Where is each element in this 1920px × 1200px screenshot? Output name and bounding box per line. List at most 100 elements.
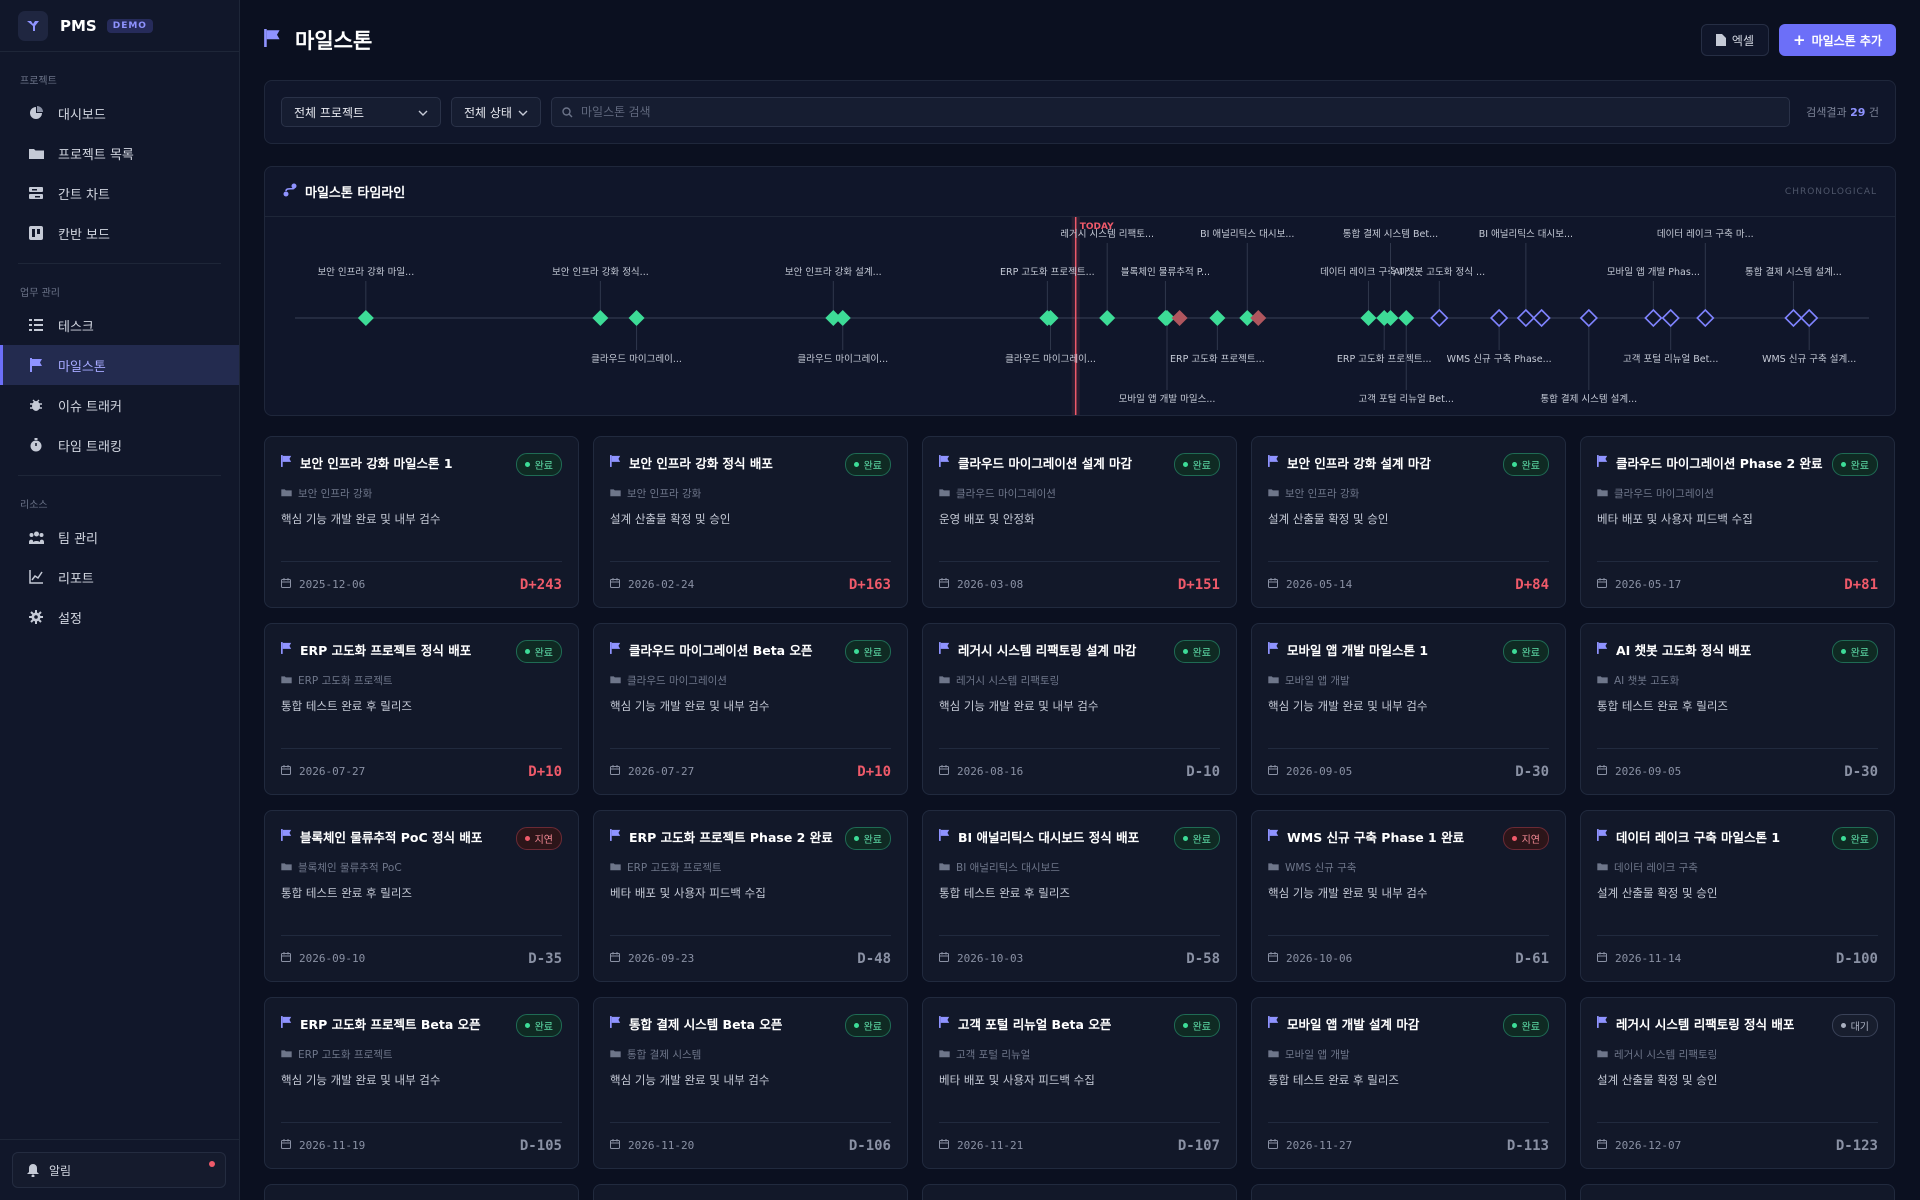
milestone-marker-late[interactable]: [1250, 310, 1267, 326]
milestone-title: ERP 고도화 프로젝트 Beta 오픈: [281, 1014, 481, 1033]
folder-icon: [1268, 1049, 1279, 1061]
milestone-card[interactable]: [593, 1184, 908, 1200]
milestone-card[interactable]: [1251, 1184, 1566, 1200]
calendar-icon: [939, 578, 949, 591]
milestone-marker-done[interactable]: [1099, 310, 1116, 326]
milestone-footer: 2026-11-20 D-106: [610, 1122, 891, 1168]
flag-icon: [1597, 829, 1608, 844]
milestone-marker-pending[interactable]: [1516, 308, 1535, 328]
milestone-marker-late[interactable]: [1171, 310, 1188, 326]
milestone-marker-pending[interactable]: [1579, 308, 1598, 328]
sidebar-item-dashboard[interactable]: 대시보드: [0, 93, 239, 133]
marker-label: ERP 고도화 프로젝트...: [1000, 267, 1095, 278]
milestone-card[interactable]: [1580, 1184, 1895, 1200]
sidebar-item-reports[interactable]: 리포트: [0, 557, 239, 597]
milestone-card[interactable]: 모바일 앱 개발 설계 마감 완료 모바일 앱 개발 통합 테스트 완료 후 릴…: [1251, 997, 1566, 1169]
milestone-title-text: 통합 결제 시스템 Beta 오픈: [629, 1017, 783, 1032]
milestone-card[interactable]: 클라우드 마이그레이션 Beta 오픈 완료 클라우드 마이그레이션 핵심 기능…: [593, 623, 908, 795]
milestone-card[interactable]: 보안 인프라 강화 정식 배포 완료 보안 인프라 강화 설계 산출물 확정 및…: [593, 436, 908, 608]
milestone-marker-done[interactable]: [592, 310, 609, 326]
flag-icon: [610, 455, 621, 470]
folder-icon: [28, 145, 44, 161]
milestone-date-text: 2026-11-27: [1286, 1139, 1353, 1152]
marker-label: 클라우드 마이그레이...: [797, 354, 888, 365]
brand[interactable]: PMS DEMO: [0, 0, 239, 52]
status-filter-select[interactable]: 전체 상태: [451, 97, 541, 127]
milestone-card[interactable]: 모바일 앱 개발 마일스톤 1 완료 모바일 앱 개발 핵심 기능 개발 완료 …: [1251, 623, 1566, 795]
milestone-marker-done[interactable]: [1398, 310, 1415, 326]
milestone-card[interactable]: 데이터 레이크 구축 마일스톤 1 완료 데이터 레이크 구축 설계 산출물 확…: [1580, 810, 1895, 982]
milestone-card[interactable]: 블록체인 물류추적 PoC 정식 배포 지연 블록체인 물류추적 PoC 통합 …: [264, 810, 579, 982]
milestone-card[interactable]: 클라우드 마이그레이션 Phase 2 완료 완료 클라우드 마이그레이션 베타…: [1580, 436, 1895, 608]
excel-export-button[interactable]: 엑셀: [1700, 24, 1769, 56]
milestone-marker-pending[interactable]: [1489, 308, 1509, 328]
milestone-card[interactable]: AI 챗봇 고도화 정식 배포 완료 AI 챗봇 고도화 통합 테스트 완료 후…: [1580, 623, 1895, 795]
milestone-marker-done[interactable]: [628, 310, 645, 326]
sidebar-item-milestones[interactable]: 마일스톤: [0, 345, 239, 385]
status-dot: [1182, 462, 1188, 467]
milestone-date: 2026-12-07: [1597, 1139, 1681, 1152]
milestone-card[interactable]: ERP 고도화 프로젝트 정식 배포 완료 ERP 고도화 프로젝트 통합 테스…: [264, 623, 579, 795]
sidebar-item-projects[interactable]: 프로젝트 목록: [0, 133, 239, 173]
calendar-icon: [1268, 952, 1278, 965]
marker-label: 통합 결제 시스템 Bet...: [1343, 228, 1438, 240]
milestone-marker-pending[interactable]: [1532, 308, 1551, 328]
milestone-card[interactable]: BI 애널리틱스 대시보드 정식 배포 완료 BI 애널리틱스 대시보드 통합 …: [922, 810, 1237, 982]
milestone-marker-done[interactable]: [834, 310, 851, 326]
sidebar-item-tasks[interactable]: 테스크: [0, 305, 239, 345]
milestone-marker-pending[interactable]: [1661, 308, 1680, 328]
folder-icon: [939, 862, 950, 874]
gantt-icon: [28, 185, 44, 201]
milestone-title: 보안 인프라 강화 정식 배포: [610, 453, 773, 472]
notifications-button[interactable]: 알림: [12, 1152, 226, 1188]
sidebar-item-kanban[interactable]: 칸반 보드: [0, 213, 239, 253]
milestone-card[interactable]: 보안 인프라 강화 설계 마감 완료 보안 인프라 강화 설계 산출물 확정 및…: [1251, 436, 1566, 608]
sidebar-item-team[interactable]: 팀 관리: [0, 517, 239, 557]
milestone-marker-pending[interactable]: [1784, 308, 1803, 328]
folder-icon: [939, 675, 950, 687]
flag-icon: [281, 1016, 292, 1031]
milestone-description: 설계 산출물 확정 및 승인: [610, 512, 731, 526]
milestone-marker-done[interactable]: [1209, 310, 1226, 326]
milestone-card[interactable]: 클라우드 마이그레이션 설계 마감 완료 클라우드 마이그레이션 운영 배포 및…: [922, 436, 1237, 608]
milestone-marker-done[interactable]: [1360, 310, 1377, 326]
sidebar-item-gantt[interactable]: 간트 차트: [0, 173, 239, 213]
status-dot: [1840, 462, 1846, 467]
milestone-card[interactable]: ERP 고도화 프로젝트 Beta 오픈 완료 ERP 고도화 프로젝트 핵심 …: [264, 997, 579, 1169]
milestone-card[interactable]: 통합 결제 시스템 Beta 오픈 완료 통합 결제 시스템 핵심 기능 개발 …: [593, 997, 908, 1169]
nav-section-resources: 리소스 팀 관리 리포트 설정: [0, 496, 239, 637]
milestone-card[interactable]: WMS 신규 구축 Phase 1 완료 지연 WMS 신규 구축 핵심 기능 …: [1251, 810, 1566, 982]
add-milestone-button[interactable]: + 마일스톤 추가: [1779, 24, 1896, 56]
milestone-card[interactable]: 고객 포털 리뉴얼 Beta 오픈 완료 고객 포털 리뉴얼 베타 배포 및 사…: [922, 997, 1237, 1169]
milestone-footer: 2026-05-14 D+84: [1268, 561, 1549, 607]
milestone-marker-pending[interactable]: [1430, 308, 1449, 328]
milestone-description: 통합 테스트 완료 후 릴리즈: [1268, 1073, 1400, 1087]
sidebar-item-issues[interactable]: 이슈 트래커: [0, 385, 239, 425]
milestone-marker-done[interactable]: [357, 310, 374, 326]
route-icon: [283, 183, 297, 201]
milestone-card[interactable]: [264, 1184, 579, 1200]
search-input[interactable]: [581, 105, 1686, 119]
milestone-project: 레거시 시스템 리팩토링: [1597, 1047, 1878, 1062]
milestone-project-text: 클라우드 마이그레이션: [627, 675, 727, 687]
milestone-card[interactable]: 레거시 시스템 리팩토링 설계 마감 완료 레거시 시스템 리팩토링 핵심 기능…: [922, 623, 1237, 795]
status-badge: 완료: [515, 453, 562, 476]
milestone-title-text: AI 챗봇 고도화 정식 배포: [1616, 643, 1752, 658]
status-badge-label: 완료: [1521, 1022, 1540, 1033]
milestone-card[interactable]: ERP 고도화 프로젝트 Phase 2 완료 완료 ERP 고도화 프로젝트 …: [593, 810, 908, 982]
milestone-marker-done[interactable]: [1042, 310, 1059, 326]
sidebar-item-label: 마일스톤: [58, 359, 106, 375]
milestone-card[interactable]: 레거시 시스템 리팩토링 정식 배포 대기 레거시 시스템 리팩토링 설계 산출…: [1580, 997, 1895, 1169]
milestone-marker-pending[interactable]: [1644, 308, 1663, 328]
milestone-marker-pending[interactable]: [1696, 308, 1715, 328]
project-filter-select[interactable]: 전체 프로젝트: [281, 97, 441, 127]
status-dot: [1511, 649, 1517, 654]
milestone-marker-pending[interactable]: [1800, 308, 1819, 328]
timer-icon: [28, 437, 44, 453]
milestone-card[interactable]: 보안 인프라 강화 마일스톤 1 완료 보안 인프라 강화 핵심 기능 개발 완…: [264, 436, 579, 608]
sidebar-item-time-tracking[interactable]: 타임 트래킹: [0, 425, 239, 465]
sidebar-item-settings[interactable]: 설정: [0, 597, 239, 637]
milestone-card[interactable]: [922, 1184, 1237, 1200]
milestone-date-text: 2026-05-14: [1286, 578, 1353, 591]
milestone-footer: 2026-10-03 D-58: [939, 935, 1220, 981]
